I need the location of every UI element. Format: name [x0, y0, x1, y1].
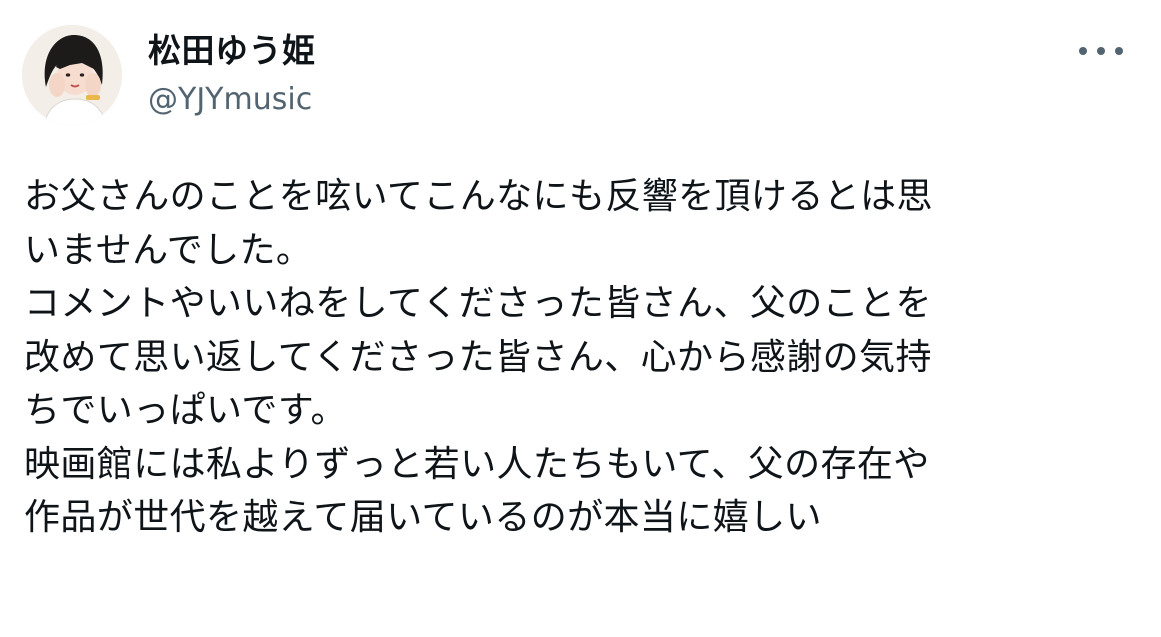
tweet-header: 松田ゆう姫 @YJYmusic [22, 22, 316, 128]
user-names: 松田ゆう姫 @YJYmusic [148, 28, 316, 122]
tweet-text-line: コメントやいいねをしてくださった皆さん、父のことを [24, 283, 932, 324]
avatar[interactable] [22, 25, 122, 125]
tweet-card: 松田ゆう姫 @YJYmusic お父さんのことを呟いてこんなにも反響を頂けるとは… [0, 0, 1161, 637]
more-horizontal-icon-dot [1097, 47, 1105, 55]
tweet-text-line: いませんでした。 [24, 229, 313, 271]
tweet-text-line: ちでいっぱいです。 [24, 390, 347, 431]
tweet-text: お父さんのことを呟いてこんなにも反響を頂けるとは思 いませんでした。 コメントや… [24, 170, 1134, 545]
more-horizontal-icon [1079, 47, 1087, 55]
tweet-text-line: 作品が世代を越えて届いているのが本当に嬉しい [24, 497, 822, 538]
more-options-button[interactable] [1079, 38, 1123, 64]
tweet-text-line: 改めて思い返してくださった皆さん、心から感謝の気持 [24, 336, 932, 378]
tweet-text-line: お父さんのことを呟いてこんなにも反響を頂けるとは思 [24, 176, 933, 217]
more-horizontal-icon-dot [1115, 47, 1123, 55]
display-name[interactable]: 松田ゆう姫 [148, 28, 316, 74]
tweet-text-line: 映画館には私よりずっと若い人たちもいて、父の存在や [24, 443, 930, 485]
avatar-image [22, 25, 122, 125]
user-handle[interactable]: @YJYmusic [148, 78, 316, 122]
